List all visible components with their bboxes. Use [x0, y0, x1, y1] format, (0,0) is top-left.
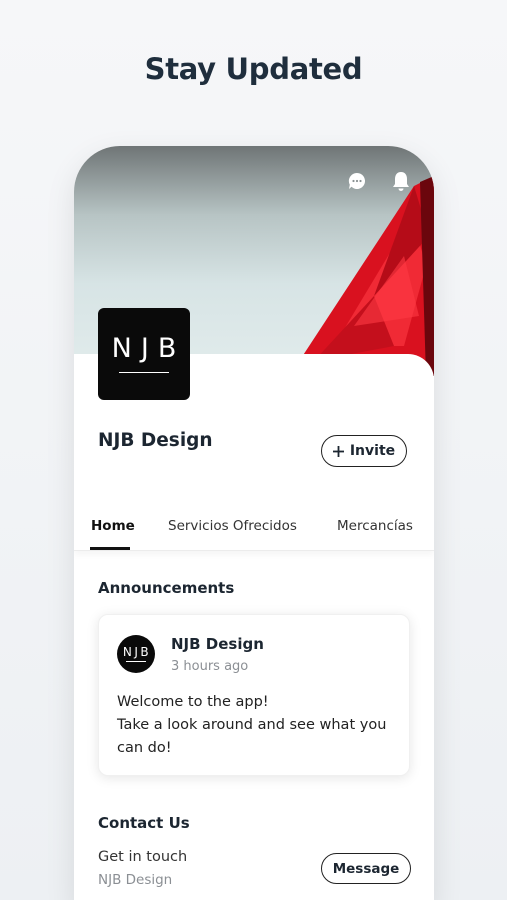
- chat-icon[interactable]: [346, 170, 368, 192]
- announcement-card[interactable]: NJB NJB Design 3 hours ago Welcome to th…: [98, 614, 410, 776]
- avatar-logo-text: NJB: [122, 645, 152, 659]
- invite-button[interactable]: Invite: [321, 435, 407, 467]
- logo-underline: [119, 371, 169, 374]
- page-heading: Stay Updated: [144, 52, 363, 86]
- phone-frame: NJB NJB Design Invite Home Servicios Ofr…: [74, 146, 434, 900]
- message-button[interactable]: Message: [321, 853, 411, 884]
- business-name: NJB Design: [98, 430, 213, 451]
- tab-bar: Home Servicios Ofrecidos Mercancías: [74, 508, 434, 551]
- active-tab-indicator: [90, 547, 130, 550]
- bell-icon[interactable]: [390, 170, 412, 192]
- tab-servicios-ofrecidos[interactable]: Servicios Ofrecidos: [168, 518, 297, 534]
- tab-mercancias[interactable]: Mercancías: [337, 518, 413, 534]
- message-label: Message: [332, 860, 400, 877]
- avatar-logo-underline: [126, 661, 146, 662]
- post-body: Welcome to the app! Take a look around a…: [117, 691, 402, 760]
- post-body-line-2: Take a look around and see what you can …: [117, 717, 387, 756]
- plus-icon: [332, 445, 344, 457]
- post-time: 3 hours ago: [171, 659, 249, 674]
- post-body-line-1: Welcome to the app!: [117, 694, 269, 710]
- avatar: NJB: [117, 635, 155, 673]
- announcements-title: Announcements: [98, 579, 235, 597]
- tab-home[interactable]: Home: [91, 518, 135, 534]
- post-author: NJB Design: [171, 635, 264, 653]
- contact-label: Get in touch: [98, 849, 188, 865]
- invite-label: Invite: [349, 443, 396, 459]
- logo-text: NJB: [111, 332, 186, 364]
- contact-title: Contact Us: [98, 814, 190, 832]
- business-logo: NJB: [98, 308, 190, 400]
- contact-subtitle: NJB Design: [98, 872, 173, 888]
